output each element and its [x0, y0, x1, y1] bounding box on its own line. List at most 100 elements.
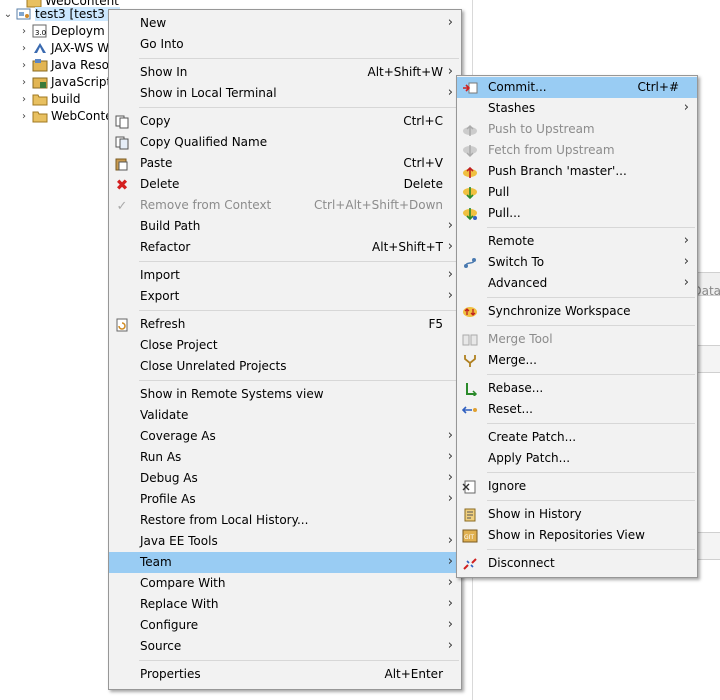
expand-arrow-icon[interactable]: ›: [18, 111, 30, 122]
menu-item-replace-with[interactable]: Replace With ›: [109, 594, 461, 615]
expand-arrow-icon[interactable]: ›: [18, 43, 30, 54]
javascript-resources-icon: [32, 75, 48, 89]
menu-item-pull-dialog[interactable]: Pull...: [457, 203, 697, 224]
tree-item-label: build: [51, 92, 81, 106]
menu-item-remote[interactable]: Remote ›: [457, 231, 697, 252]
synchronize-icon: [462, 304, 478, 320]
copy-qualified-icon: [114, 135, 130, 151]
menu-item-advanced[interactable]: Advanced ›: [457, 273, 697, 294]
submenu-arrow-icon: ›: [447, 15, 453, 30]
menu-item-synchronize-workspace[interactable]: Synchronize Workspace: [457, 301, 697, 322]
menu-item-show-in-history[interactable]: Show in History: [457, 504, 697, 525]
menu-item-build-path[interactable]: Build Path ›: [109, 216, 461, 237]
menu-item-rebase[interactable]: Rebase...: [457, 378, 697, 399]
tree-item-label: JavaScript: [51, 75, 112, 89]
menu-item-stashes[interactable]: Stashes ›: [457, 98, 697, 119]
menu-item-coverage-as[interactable]: Coverage As ›: [109, 426, 461, 447]
menu-item-delete[interactable]: ✖ Delete Delete: [109, 174, 461, 195]
menu-item-export[interactable]: Export ›: [109, 286, 461, 307]
menu-separator: [487, 325, 695, 326]
menu-item-fetch-from-upstream[interactable]: Fetch from Upstream: [457, 140, 697, 161]
submenu-arrow-icon: ›: [447, 288, 453, 303]
tree-item-deployment[interactable]: › 3.0 Deploym: [18, 22, 105, 40]
menu-item-copy-qualified-name[interactable]: Copy Qualified Name: [109, 132, 461, 153]
svg-text:GIT: GIT: [464, 534, 474, 541]
menu-item-go-into[interactable]: Go Into: [109, 34, 461, 55]
submenu-arrow-icon: ›: [447, 267, 453, 282]
menu-item-new[interactable]: New ›: [109, 13, 461, 34]
expand-arrow-icon[interactable]: ›: [18, 26, 30, 37]
menu-item-compare-with[interactable]: Compare With ›: [109, 573, 461, 594]
menu-item-remove-from-context[interactable]: ✓ Remove from Context Ctrl+Alt+Shift+Down: [109, 195, 461, 216]
menu-item-show-in-local-terminal[interactable]: Show in Local Terminal ›: [109, 83, 461, 104]
tree-item-webcontent[interactable]: › WebConte: [18, 107, 113, 125]
push-branch-icon: [462, 164, 478, 180]
expand-arrow-icon[interactable]: ›: [18, 77, 30, 88]
menu-item-switch-to[interactable]: Switch To ›: [457, 252, 697, 273]
menu-separator: [487, 549, 695, 550]
menu-item-apply-patch[interactable]: Apply Patch...: [457, 448, 697, 469]
tree-item-javascript[interactable]: › JavaScript: [18, 73, 111, 91]
menu-item-merge-tool[interactable]: Merge Tool: [457, 329, 697, 350]
menu-item-source[interactable]: Source ›: [109, 636, 461, 657]
menu-item-commit[interactable]: Commit... Ctrl+#: [457, 77, 697, 98]
menu-item-restore-local-history[interactable]: Restore from Local History...: [109, 510, 461, 531]
submenu-arrow-icon: ›: [447, 617, 453, 632]
menu-item-reset[interactable]: Reset...: [457, 399, 697, 420]
collapse-arrow-icon[interactable]: ⌄: [2, 9, 14, 20]
repositories-icon: GIT: [462, 528, 478, 544]
submenu-arrow-icon: ›: [683, 233, 689, 248]
menu-item-copy[interactable]: Copy Ctrl+C: [109, 111, 461, 132]
menu-item-debug-as[interactable]: Debug As ›: [109, 468, 461, 489]
menu-item-push-to-upstream[interactable]: Push to Upstream: [457, 119, 697, 140]
menu-item-pull[interactable]: Pull: [457, 182, 697, 203]
menu-separator: [487, 297, 695, 298]
expand-arrow-icon[interactable]: ›: [18, 94, 30, 105]
submenu-arrow-icon: ›: [447, 64, 453, 79]
menu-item-show-in-repositories-view[interactable]: GIT Show in Repositories View: [457, 525, 697, 546]
submenu-arrow-icon: ›: [447, 575, 453, 590]
reset-icon: [462, 402, 478, 418]
submenu-arrow-icon: ›: [447, 218, 453, 233]
menu-item-java-ee-tools[interactable]: Java EE Tools ›: [109, 531, 461, 552]
menu-item-import[interactable]: Import ›: [109, 265, 461, 286]
expand-arrow-icon[interactable]: ›: [18, 60, 30, 71]
menu-item-configure[interactable]: Configure ›: [109, 615, 461, 636]
menu-item-show-in[interactable]: Show In Alt+Shift+W ›: [109, 62, 461, 83]
menu-item-create-patch[interactable]: Create Patch...: [457, 427, 697, 448]
menu-item-properties[interactable]: Properties Alt+Enter: [109, 664, 461, 685]
submenu-arrow-icon: ›: [447, 533, 453, 548]
menu-separator: [487, 500, 695, 501]
menu-item-close-project[interactable]: Close Project: [109, 335, 461, 356]
menu-item-disconnect[interactable]: Disconnect: [457, 553, 697, 574]
menu-item-refactor[interactable]: Refactor Alt+Shift+T ›: [109, 237, 461, 258]
copy-icon: [114, 114, 130, 130]
menu-item-push-branch[interactable]: Push Branch 'master'...: [457, 161, 697, 182]
menu-item-ignore[interactable]: Ignore: [457, 476, 697, 497]
history-icon: [462, 507, 478, 523]
tree-item-build[interactable]: › build: [18, 90, 81, 108]
menu-separator: [487, 374, 695, 375]
tree-item-label: JAX-WS W: [51, 41, 110, 55]
menu-item-refresh[interactable]: Refresh F5: [109, 314, 461, 335]
menu-item-merge[interactable]: Merge...: [457, 350, 697, 371]
menu-item-show-in-remote-systems[interactable]: Show in Remote Systems view: [109, 384, 461, 405]
menu-item-profile-as[interactable]: Profile As ›: [109, 489, 461, 510]
submenu-arrow-icon: ›: [447, 470, 453, 485]
menu-item-paste[interactable]: Paste Ctrl+V: [109, 153, 461, 174]
java-resources-icon: [32, 58, 48, 72]
menu-separator: [487, 227, 695, 228]
menu-item-validate[interactable]: Validate: [109, 405, 461, 426]
context-menu: New › Go Into Show In Alt+Shift+W › Show in…: [108, 9, 462, 690]
menu-item-close-unrelated-projects[interactable]: Close Unrelated Projects: [109, 356, 461, 377]
submenu-arrow-icon: ›: [447, 239, 453, 254]
merge-icon: [462, 353, 478, 369]
submenu-arrow-icon: ›: [447, 85, 453, 100]
submenu-arrow-icon: ›: [683, 100, 689, 115]
team-submenu: Commit... Ctrl+# Stashes › Push to Upstrea…: [456, 75, 698, 578]
menu-item-team[interactable]: Team ›: [109, 552, 461, 573]
tree-item-jaxws[interactable]: › JAX-WS W: [18, 39, 109, 57]
tree-item-project[interactable]: ⌄ test3 [test3 m: [2, 5, 121, 23]
tree-item-java-resources[interactable]: › Java Reso: [18, 56, 109, 74]
menu-item-run-as[interactable]: Run As ›: [109, 447, 461, 468]
